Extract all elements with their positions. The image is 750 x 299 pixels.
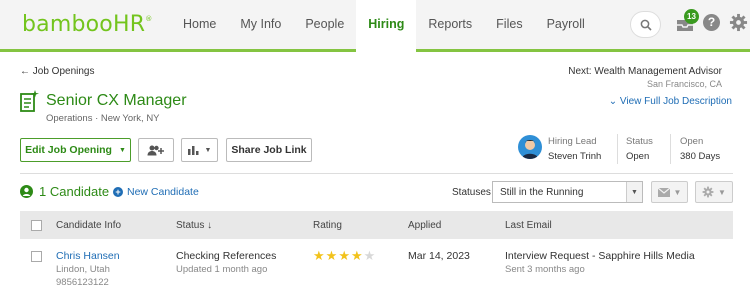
- star-filled-icon[interactable]: ★: [326, 249, 338, 262]
- reports-dropdown-button[interactable]: ▼: [181, 138, 218, 162]
- select-all-checkbox[interactable]: [31, 220, 42, 231]
- page-title: Senior CX Manager: [46, 92, 187, 109]
- column-header-status-label: Status: [176, 220, 205, 231]
- edit-job-opening-label: Edit Job Opening: [25, 144, 112, 156]
- open-days-value: 380 Days: [680, 151, 721, 162]
- nav-item-people[interactable]: People: [293, 0, 356, 49]
- share-job-link-button[interactable]: Share Job Link: [226, 138, 312, 162]
- settings-gear-icon[interactable]: [729, 13, 748, 32]
- search-button[interactable]: [630, 11, 661, 38]
- star-filled-icon[interactable]: ★: [313, 249, 325, 262]
- back-arrow-icon: ←: [20, 66, 33, 77]
- row-checkbox[interactable]: [31, 251, 42, 262]
- next-job-location: San Francisco, CA: [646, 79, 722, 89]
- hiring-lead-value: Steven Trinh: [548, 151, 602, 162]
- nav-item-my-info[interactable]: My Info: [228, 0, 293, 49]
- caret-down-icon: ▼: [204, 146, 212, 154]
- logo-text: bambooHR: [22, 12, 146, 37]
- star-filled-icon[interactable]: ★: [338, 249, 350, 262]
- status-label: Status: [626, 136, 653, 147]
- statuses-label: Statuses: [452, 187, 491, 198]
- hiring-lead-avatar: [518, 135, 542, 159]
- candidate-applied-date: Mar 14, 2023: [408, 250, 470, 262]
- status-filter-select[interactable]: Still in the Running ▼: [492, 181, 643, 203]
- job-subtitle: Operations · New York, NY: [46, 113, 160, 124]
- next-job-label: Next: Wealth Management Advisor: [568, 66, 722, 77]
- view-full-description-link[interactable]: ⌄ View Full Job Description: [609, 96, 732, 107]
- hiring-lead-label: Hiring Lead: [548, 136, 597, 147]
- column-header-last-email[interactable]: Last Email: [505, 220, 552, 231]
- back-link-label: Job Openings: [32, 66, 95, 77]
- status-value: Open: [626, 151, 650, 162]
- gear-icon: [702, 186, 714, 198]
- caret-down-icon: ▼: [626, 182, 642, 202]
- add-user-icon: [147, 145, 164, 155]
- top-navigation-bar: bambooHR® Home My Info People Hiring Rep…: [0, 0, 750, 52]
- logo-registered-mark: ®: [145, 15, 153, 23]
- meta-divider: [617, 134, 618, 164]
- edit-job-opening-button[interactable]: Edit Job Opening ▼: [20, 138, 131, 162]
- job-opening-icon: [20, 90, 39, 112]
- candidate-name-link[interactable]: Chris Hansen: [56, 250, 120, 262]
- candidate-location: Lindon, Utah: [56, 264, 110, 275]
- sort-arrow-icon: ↓: [207, 220, 213, 231]
- bamboohr-logo[interactable]: bambooHR®: [22, 12, 152, 37]
- table-settings-button[interactable]: ▼: [695, 181, 733, 203]
- search-icon: [640, 19, 652, 31]
- column-header-candidate-info[interactable]: Candidate Info: [56, 220, 121, 231]
- email-dropdown-button[interactable]: ▼: [651, 181, 688, 203]
- candidate-count: 1 Candidate: [39, 184, 110, 199]
- full-description-label: View Full Job Description: [619, 96, 732, 107]
- candidate-status[interactable]: Checking References: [176, 250, 276, 262]
- nav-item-home[interactable]: Home: [171, 0, 228, 49]
- candidate-last-email-sent: Sent 3 months ago: [505, 264, 585, 275]
- caret-down-icon: ▼: [673, 187, 682, 197]
- column-header-rating[interactable]: Rating: [313, 220, 342, 231]
- nav-item-hiring[interactable]: Hiring: [356, 0, 417, 52]
- column-header-applied[interactable]: Applied: [408, 220, 441, 231]
- nav-item-payroll[interactable]: Payroll: [535, 0, 597, 49]
- candidate-person-icon: [20, 185, 33, 198]
- star-empty-icon[interactable]: ★: [364, 249, 376, 262]
- section-divider: [20, 173, 733, 174]
- nav-item-files[interactable]: Files: [484, 0, 534, 49]
- bar-chart-icon: [187, 146, 199, 155]
- nav-item-reports[interactable]: Reports: [416, 0, 484, 49]
- help-icon[interactable]: ?: [703, 14, 720, 31]
- envelope-icon: [657, 187, 670, 197]
- chevron-down-icon: ⌄: [608, 96, 620, 107]
- candidates-table-header: [20, 211, 733, 239]
- status-filter-value: Still in the Running: [500, 186, 584, 198]
- caret-down-icon: ▼: [718, 187, 726, 197]
- add-user-button[interactable]: [138, 138, 174, 162]
- new-candidate-link[interactable]: New Candidate: [127, 186, 199, 198]
- candidate-phone: 9856123122: [56, 277, 109, 288]
- candidate-rating[interactable]: ★ ★ ★ ★ ★: [313, 249, 375, 262]
- plus-circle-icon[interactable]: +: [113, 187, 123, 197]
- inbox-count-badge: 13: [684, 9, 699, 24]
- next-job-link[interactable]: Next: Wealth Management Advisor San Fran…: [568, 66, 722, 89]
- back-to-job-openings-link[interactable]: ← Job Openings: [20, 66, 95, 77]
- column-header-status[interactable]: Status ↓: [176, 220, 212, 231]
- caret-down-icon: ▼: [118, 146, 126, 154]
- candidate-status-updated: Updated 1 month ago: [176, 264, 268, 275]
- open-days-label: Open: [680, 136, 704, 147]
- meta-divider: [670, 134, 671, 164]
- star-filled-icon[interactable]: ★: [351, 249, 363, 262]
- main-nav: Home My Info People Hiring Reports Files…: [171, 0, 597, 52]
- candidate-last-email[interactable]: Interview Request - Sapphire Hills Media: [505, 250, 695, 262]
